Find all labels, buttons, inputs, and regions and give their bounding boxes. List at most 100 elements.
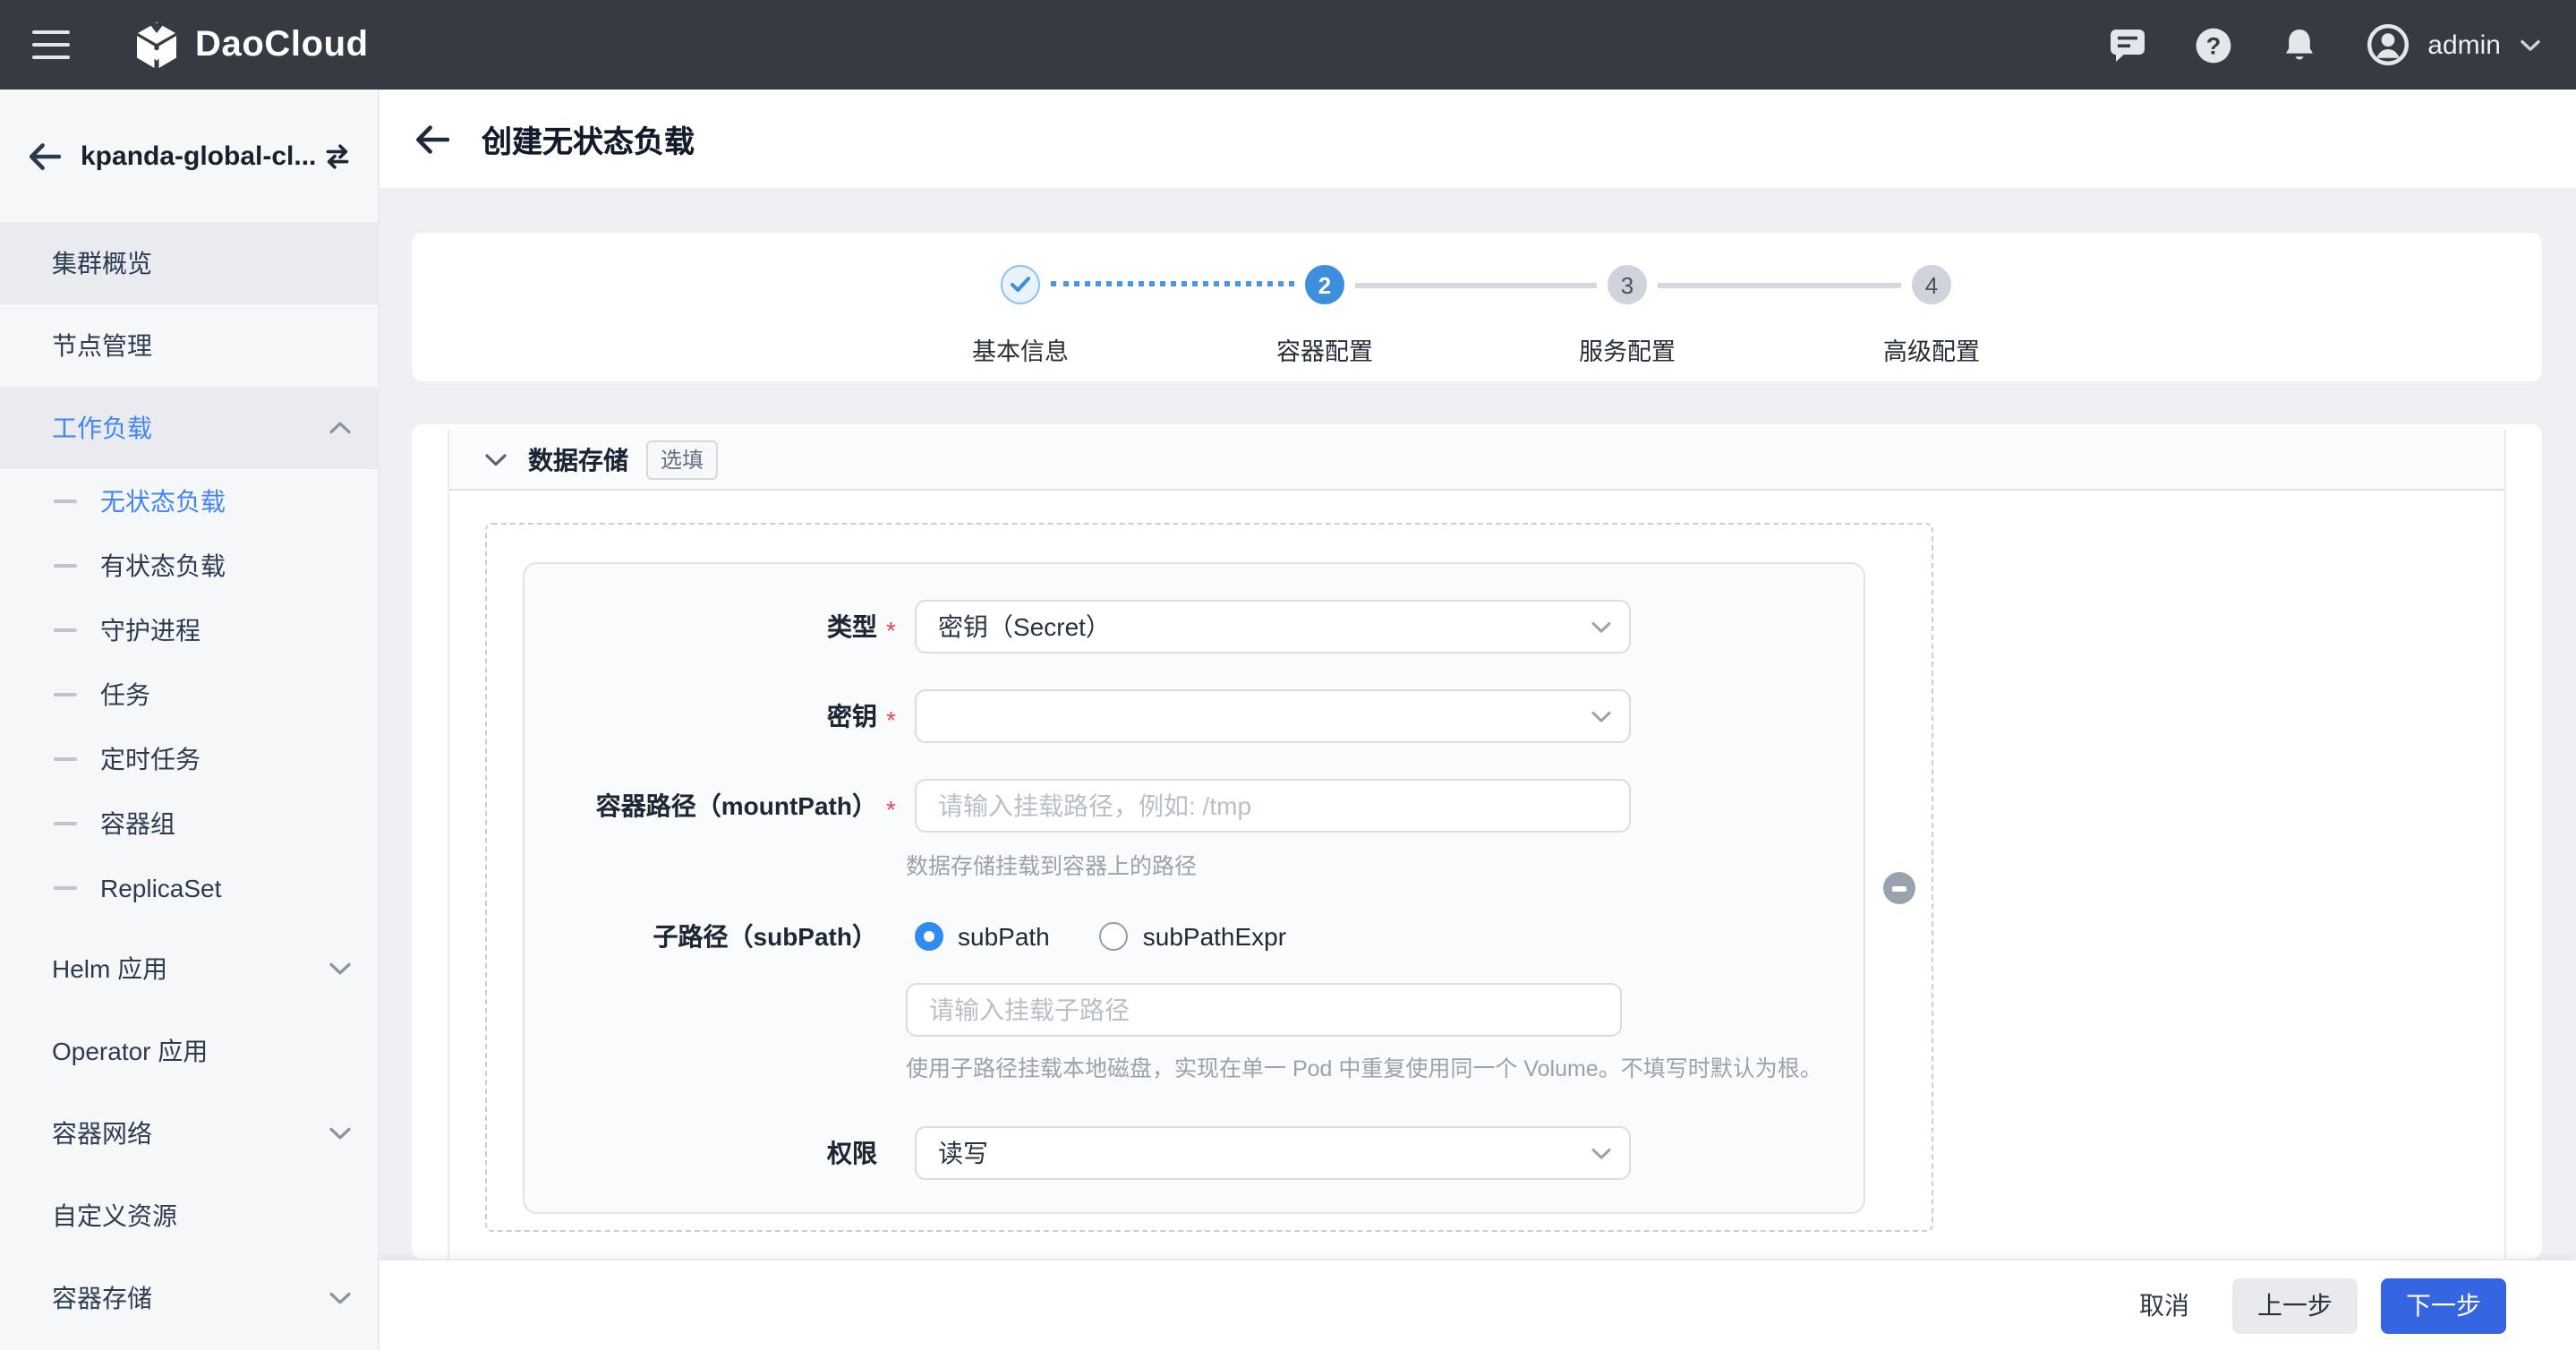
mount-path-helper: 数据存储挂载到容器上的路径: [906, 854, 1198, 879]
dash-icon: [54, 886, 77, 890]
dash-icon: [54, 757, 77, 761]
previous-step-button[interactable]: 上一步: [2232, 1277, 2358, 1333]
sidebar-item-container-storage[interactable]: 容器存储: [0, 1257, 378, 1339]
back-arrow-icon[interactable]: [29, 142, 61, 169]
cluster-name: kpanda-global-cl...: [81, 141, 317, 171]
step-2-label: 容器配置: [1276, 338, 1373, 365]
optional-badge: 选填: [646, 440, 719, 479]
chevron-down-icon: [2521, 38, 2540, 51]
sidebar-item-daemonsets[interactable]: 守护进程: [0, 598, 378, 662]
sub-path-row: 子路径（subPath） subPath subPathExpr: [525, 919, 1286, 954]
mount-path-row: 容器路径（mountPath） *: [525, 779, 1631, 833]
page-title: 创建无状态负载: [482, 125, 695, 159]
subpathexpr-radio[interactable]: [1099, 922, 1129, 951]
topbar-actions: ? admin: [2060, 23, 2540, 66]
sidebar-item-helm-apps[interactable]: Helm 应用: [0, 927, 378, 1010]
sidebar: kpanda-global-cl... 集群概览 节点管理 工作负载 无状态负载…: [0, 90, 380, 1350]
chevron-down-icon: [329, 961, 351, 976]
workloads-submenu: 无状态负载 有状态负载 守护进程 任务 定时任务 容器组 ReplicaSet: [0, 469, 378, 920]
step-connector: [1355, 283, 1597, 288]
message-icon[interactable]: [2109, 27, 2146, 63]
sidebar-item-replicasets[interactable]: ReplicaSet: [0, 856, 378, 920]
sub-path-helper: 使用子路径挂载本地磁盘，实现在单一 Pod 中重复使用同一个 Volume。不填…: [906, 1056, 1822, 1081]
back-arrow-icon[interactable]: [415, 124, 449, 153]
subpath-radio-label: subPath: [958, 922, 1050, 951]
sidebar-item-container-network[interactable]: 容器网络: [0, 1092, 378, 1175]
dash-icon: [54, 822, 77, 825]
remove-volume-button[interactable]: [1883, 872, 1915, 904]
help-icon[interactable]: ?: [2195, 26, 2232, 64]
stepper: 2 3 4 基本信息 容器配置 服务配置 高级配置: [412, 233, 2542, 381]
step-3-circle: 3: [1608, 265, 1647, 304]
secret-row: 密钥 *: [525, 689, 1631, 743]
step-4-label: 高级配置: [1883, 338, 1980, 365]
form-panel: 数据存储 选填 类型 * 密钥（Secret） 密钥 * 容器路径（mountP…: [412, 424, 2542, 1259]
sidebar-item-cronjobs[interactable]: 定时任务: [0, 727, 378, 791]
secret-label: 密钥: [827, 702, 877, 731]
username-label: admin: [2427, 30, 2501, 60]
type-select[interactable]: 密钥（Secret）: [915, 600, 1631, 654]
type-row: 类型 * 密钥（Secret）: [525, 600, 1631, 654]
sidebar-item-workloads[interactable]: 工作负载: [0, 387, 378, 469]
top-bar: DaoCloud ? admin: [0, 0, 2576, 90]
footer-action-bar: 取消 上一步 下一步: [378, 1260, 2576, 1350]
svg-text:?: ?: [2206, 31, 2222, 58]
brand-logo[interactable]: DaoCloud: [134, 21, 369, 69]
sidebar-item-cluster-overview[interactable]: 集群概览: [0, 222, 378, 304]
required-asterisk: *: [886, 794, 896, 823]
subpath-radio[interactable]: [915, 922, 943, 951]
dash-icon: [54, 628, 77, 632]
permission-row: 权限 读写: [525, 1126, 1631, 1180]
permission-select[interactable]: 读写: [915, 1126, 1631, 1180]
check-icon: [1011, 277, 1030, 292]
step-4-circle: 4: [1912, 265, 1951, 304]
notification-bell-icon[interactable]: [2281, 26, 2318, 64]
app-window: DaoCloud ? admin kpanda-global-cl... 集群概…: [0, 0, 2576, 1350]
step-1-label: 基本信息: [972, 338, 1069, 365]
section-header[interactable]: 数据存储 选填: [449, 430, 2504, 491]
subpathexpr-radio-label: subPathExpr: [1142, 922, 1287, 951]
sub-path-input[interactable]: [906, 983, 1622, 1037]
chevron-up-icon: [329, 421, 351, 435]
sidebar-item-operator-apps[interactable]: Operator 应用: [0, 1010, 378, 1092]
sidebar-item-node-management[interactable]: 节点管理: [0, 304, 378, 387]
mount-path-input[interactable]: [915, 779, 1631, 833]
step-2-circle: 2: [1305, 265, 1344, 304]
chevron-down-icon: [1591, 621, 1611, 634]
step-1-circle: [1001, 265, 1040, 304]
dash-icon: [54, 564, 77, 568]
switch-cluster-icon[interactable]: [324, 142, 351, 169]
sidebar-item-custom-resources[interactable]: 自定义资源: [0, 1175, 378, 1257]
sub-path-input-row: [906, 983, 1622, 1037]
sidebar-item-jobs[interactable]: 任务: [0, 662, 378, 727]
dash-icon: [54, 500, 77, 503]
volume-card: 类型 * 密钥（Secret） 密钥 * 容器路径（mountPath） * 请…: [523, 562, 1865, 1214]
sub-path-radio-group: subPath subPathExpr: [915, 922, 1286, 951]
step-connector-dotted: [1051, 281, 1294, 286]
chevron-down-icon: [1591, 711, 1611, 723]
page-header: 创建无状态负载: [378, 90, 2576, 188]
next-step-button[interactable]: 下一步: [2381, 1277, 2506, 1333]
required-asterisk: *: [886, 705, 896, 733]
daocloud-cube-icon: [134, 21, 179, 69]
type-label: 类型: [827, 612, 877, 641]
sub-path-label: 子路径（subPath）: [653, 922, 877, 951]
sidebar-item-statefulsets[interactable]: 有状态负载: [0, 534, 378, 598]
mount-path-label: 容器路径（mountPath）: [595, 791, 877, 820]
required-asterisk: *: [886, 615, 896, 644]
chevron-down-icon: [485, 452, 507, 466]
section-title: 数据存储: [528, 445, 628, 474]
hamburger-menu-icon[interactable]: [32, 30, 70, 60]
sidebar-item-pods[interactable]: 容器组: [0, 791, 378, 856]
sidebar-nav: 集群概览 节点管理 工作负载 无状态负载 有状态负载 守护进程 任务 定时任务 …: [0, 222, 378, 1339]
chevron-down-icon: [329, 1291, 351, 1305]
cancel-button[interactable]: 取消: [2139, 1287, 2189, 1323]
brand-name: DaoCloud: [195, 24, 369, 64]
user-menu[interactable]: admin: [2367, 23, 2540, 66]
step-3-label: 服务配置: [1579, 338, 1676, 365]
secret-select[interactable]: [915, 689, 1631, 743]
permission-label: 权限: [827, 1139, 877, 1167]
chevron-down-icon: [329, 1126, 351, 1141]
volume-entry-container: 类型 * 密钥（Secret） 密钥 * 容器路径（mountPath） * 请…: [485, 523, 1933, 1232]
sidebar-item-deployments[interactable]: 无状态负载: [0, 469, 378, 534]
